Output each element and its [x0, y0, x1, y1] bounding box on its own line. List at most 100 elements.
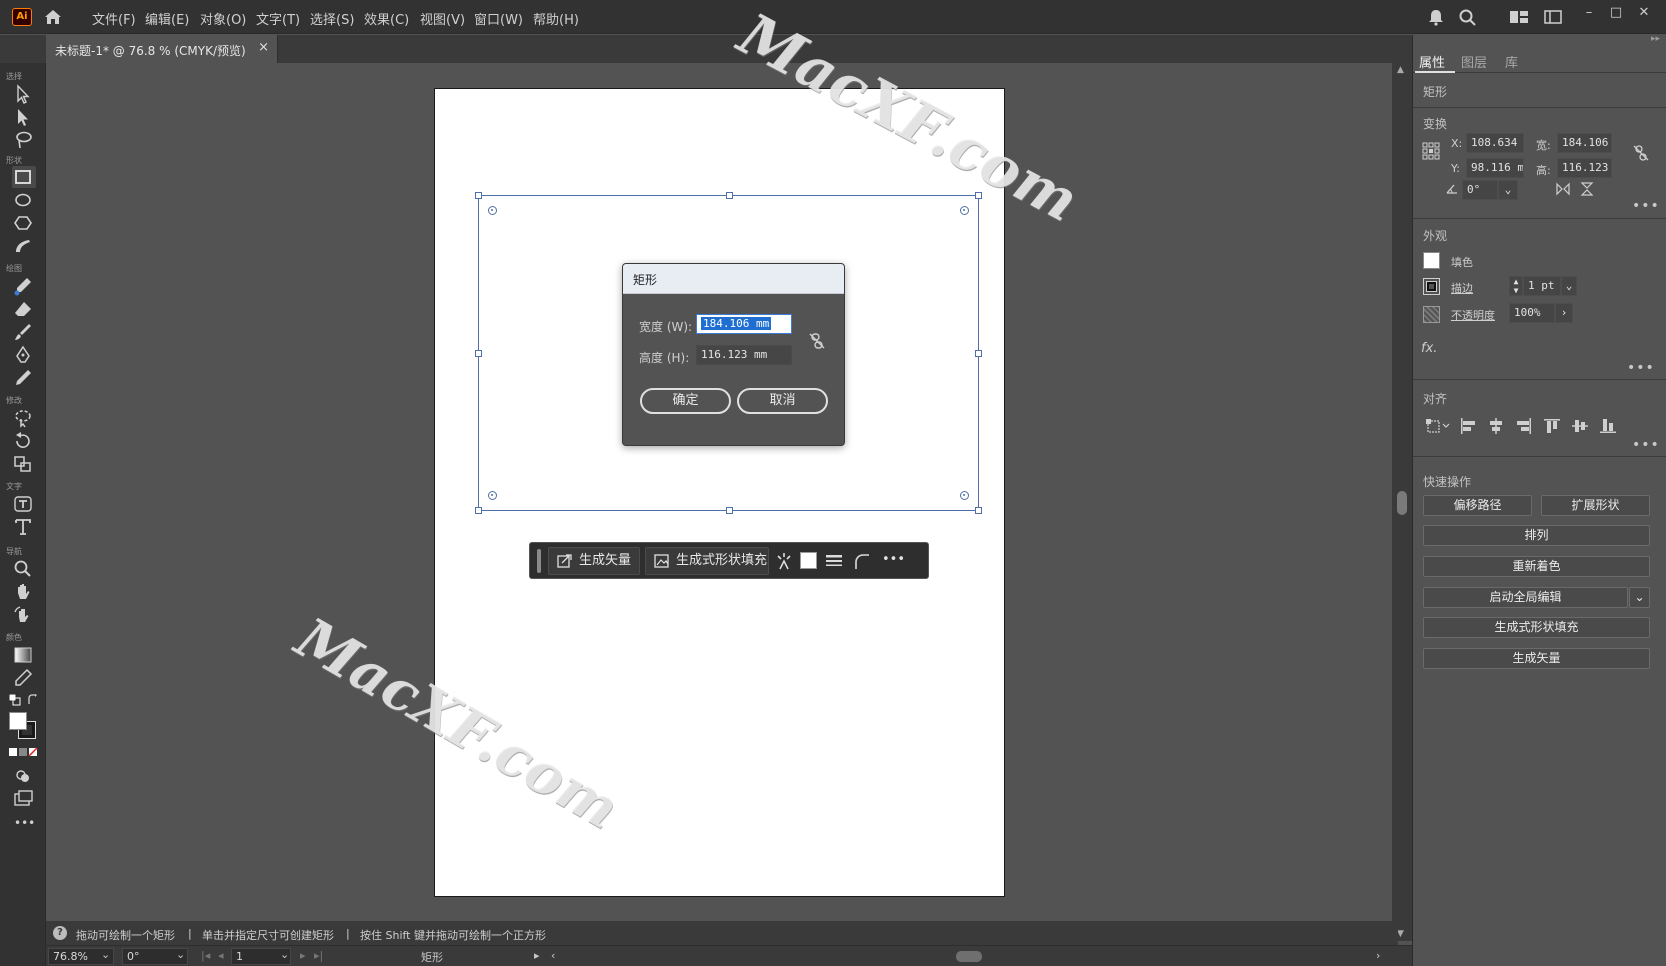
menu-view[interactable]: 视图(V) [420, 9, 465, 28]
stroke-stepper[interactable]: ▲ ▼ [1509, 276, 1523, 296]
resize-handle[interactable] [475, 507, 482, 514]
rotate-view-tool-icon[interactable] [12, 604, 36, 626]
corner-radius-icon[interactable] [852, 551, 872, 571]
document-tab[interactable]: 未标题-1* @ 76.8 % (CMYK/预览) × [46, 35, 278, 63]
pencil-tool-icon[interactable] [12, 367, 36, 389]
resize-handle[interactable] [975, 350, 982, 357]
draw-mode-icon[interactable] [12, 765, 36, 787]
tab-layers[interactable]: 图层 [1461, 52, 1487, 71]
horizontal-scroll-thumb[interactable] [956, 951, 982, 962]
last-artboard-icon[interactable]: ▸| [314, 949, 323, 962]
scale-tool-icon[interactable] [12, 453, 36, 475]
menu-select[interactable]: 选择(S) [310, 9, 354, 28]
angle-field[interactable]: 0° [1462, 180, 1498, 200]
eyedropper-tool-icon[interactable] [12, 667, 36, 689]
stroke-weight-icon[interactable] [824, 551, 844, 571]
tab-properties[interactable]: 属性 [1419, 52, 1445, 71]
tab-libraries[interactable]: 库 [1505, 52, 1518, 71]
generative-shape-fill-quick-button[interactable]: 生成式形状填充 [1423, 617, 1650, 638]
more-options-button[interactable]: ••• [882, 552, 905, 567]
recolor-button[interactable]: 重新着色 [1423, 556, 1650, 577]
align-right-icon[interactable] [1515, 417, 1533, 435]
arrange-button[interactable]: 排列 [1423, 525, 1650, 546]
menu-help[interactable]: 帮助(H) [533, 9, 579, 28]
menu-object[interactable]: 对象(O) [200, 9, 246, 28]
edit-toolbar-button[interactable]: ••• [14, 816, 35, 830]
rotation-dropdown-icon[interactable]: ⌄ [176, 948, 185, 961]
bell-icon[interactable] [1425, 7, 1447, 27]
width-field[interactable]: 184.106 mm [696, 314, 792, 334]
transform-more-button[interactable]: ••• [1632, 198, 1660, 214]
angle-dropdown-icon[interactable]: ⌄ [1498, 180, 1518, 200]
appearance-more-button[interactable]: ••• [1627, 360, 1655, 376]
align-top-icon[interactable] [1543, 417, 1561, 435]
first-artboard-icon[interactable]: |◂ [201, 949, 210, 962]
align-bottom-icon[interactable] [1599, 417, 1617, 435]
screen-mode-icon[interactable] [12, 788, 36, 810]
height-field[interactable]: 116.123 mm [696, 345, 792, 365]
stroke-label[interactable]: 描边 [1451, 280, 1473, 296]
y-field[interactable]: 98.116 m [1466, 158, 1524, 178]
panel-collapse-icon[interactable]: ▸▸ [1651, 34, 1660, 44]
previous-artboard-icon[interactable]: ◂ [218, 949, 224, 962]
shaper-tool-icon[interactable] [12, 235, 36, 257]
arrange-documents-icon[interactable] [1542, 7, 1564, 27]
x-field[interactable]: 108.634 [1466, 133, 1524, 153]
scroll-down-icon[interactable]: ▼ [1397, 929, 1404, 939]
fx-effects-button[interactable]: fx. [1421, 341, 1437, 356]
reshape-tool-icon[interactable] [12, 407, 36, 429]
menu-file[interactable]: 文件(F) [92, 9, 136, 28]
resize-handle[interactable] [726, 507, 733, 514]
ellipse-tool-icon[interactable] [12, 189, 36, 211]
pen-tool-icon[interactable] [12, 344, 36, 366]
resize-handle[interactable] [475, 192, 482, 199]
scroll-right-icon[interactable]: › [1376, 949, 1380, 962]
align-horizontal-center-icon[interactable] [1487, 417, 1505, 435]
align-to-icon[interactable] [1425, 417, 1451, 435]
height-field[interactable]: 116.123 [1557, 158, 1612, 178]
menu-window[interactable]: 窗口(W) [474, 9, 523, 28]
menu-edit[interactable]: 编辑(E) [145, 9, 189, 28]
unlink-proportions-icon[interactable] [808, 332, 826, 350]
align-left-icon[interactable] [1459, 417, 1477, 435]
ok-button[interactable]: 确定 [640, 388, 731, 414]
fill-stroke-swatch[interactable] [9, 712, 39, 740]
width-field[interactable]: 184.106 [1557, 133, 1612, 153]
resize-handle[interactable] [975, 507, 982, 514]
zoom-dropdown-icon[interactable]: ⌄ [101, 948, 110, 961]
workspace-icon[interactable] [1508, 7, 1530, 27]
canvas[interactable] [46, 63, 1398, 925]
stroke-weight-field[interactable]: 1 pt [1523, 276, 1561, 296]
touch-type-tool-icon[interactable] [12, 493, 36, 515]
fill-color-swatch[interactable] [1423, 252, 1440, 269]
close-tab-icon[interactable]: × [258, 40, 269, 55]
global-edit-dropdown-icon[interactable]: ⌄ [1629, 587, 1650, 608]
stroke-dropdown-icon[interactable]: ⌄ [1561, 276, 1577, 296]
gradient-tool-icon[interactable] [12, 644, 36, 666]
rotate-tool-icon[interactable] [12, 430, 36, 452]
align-more-button[interactable]: ••• [1632, 437, 1660, 453]
stroke-color-swatch[interactable] [1423, 278, 1440, 295]
scroll-left-icon[interactable]: ‹ [551, 949, 555, 962]
fill-swatch[interactable] [800, 552, 817, 569]
mockup-icon[interactable] [774, 551, 794, 571]
paintbrush-blue-tool-icon[interactable] [12, 275, 36, 297]
generate-vector-button[interactable]: 生成矢量 [548, 547, 640, 575]
corner-radius-widget[interactable] [960, 491, 969, 500]
opacity-label[interactable]: 不透明度 [1451, 307, 1495, 323]
resize-handle[interactable] [726, 192, 733, 199]
opacity-arrow-icon[interactable]: › [1555, 303, 1573, 323]
color-mode-icon[interactable] [9, 746, 39, 757]
start-global-edit-button[interactable]: 启动全局编辑 [1423, 587, 1628, 608]
resize-handle[interactable] [475, 350, 482, 357]
direct-selection-tool-icon[interactable] [12, 106, 36, 128]
drag-handle[interactable] [537, 549, 541, 573]
corner-radius-widget[interactable] [960, 206, 969, 215]
eraser-tool-icon[interactable] [12, 298, 36, 320]
paintbrush-tool-icon[interactable] [12, 321, 36, 343]
type-tool-icon[interactable] [12, 516, 36, 538]
artboard-dropdown-icon[interactable]: ⌄ [280, 948, 289, 961]
rectangle-tool-icon[interactable] [12, 166, 36, 188]
generative-shape-fill-button[interactable]: 生成式形状填充 [645, 547, 769, 575]
help-icon[interactable]: ? [53, 926, 67, 940]
